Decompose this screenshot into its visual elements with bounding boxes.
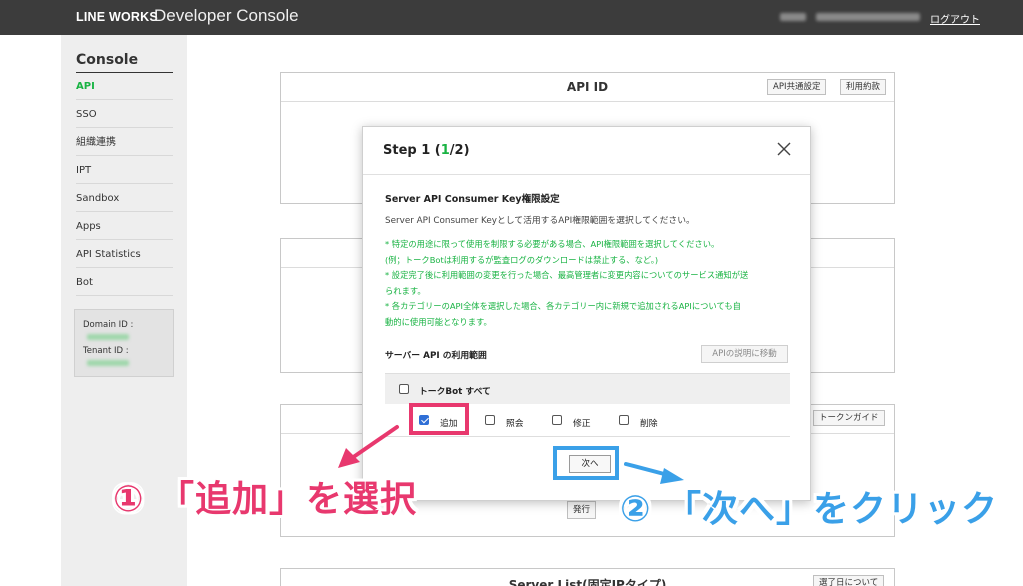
- talkbot-all-label: トークBot すべて: [419, 387, 491, 397]
- add-highlight-box: [409, 403, 469, 435]
- talkbot-group-row: トークBot すべて: [385, 373, 790, 404]
- sidebar-title: Console: [76, 52, 139, 68]
- sidebar-item-api-statistics[interactable]: API Statistics: [76, 241, 173, 268]
- note-line: * 各カテゴリーのAPI全体を選択した場合、各カテゴリー内に新規で追加されるAP…: [385, 301, 741, 311]
- step2-annotation-text: ② 「次へ」をクリック: [620, 489, 999, 530]
- step-prefix: Step 1 (: [383, 143, 441, 158]
- sidebar-item-sso[interactable]: SSO: [76, 101, 173, 128]
- tenant-id-blurred: [87, 360, 129, 366]
- perm-delete-label: 削除: [640, 419, 658, 429]
- note-line: 動的に使用可能となります。: [385, 316, 492, 327]
- modal-header: Step 1 (1/2): [363, 127, 810, 175]
- logout-link[interactable]: ログアウト: [930, 11, 980, 26]
- issue-button[interactable]: 発行: [567, 501, 597, 519]
- server-api-scope-label: サーバー API の利用範囲: [385, 351, 487, 361]
- step-modal: Step 1 (1/2) Server API Consumer Key権限設定…: [362, 126, 811, 501]
- next-highlight-box: [553, 446, 619, 480]
- user-email-blurred: [816, 13, 920, 21]
- sidebar-item-api[interactable]: API: [76, 73, 173, 100]
- server-list-info-button[interactable]: 選了日について: [813, 575, 885, 586]
- server-list-title: Server List(固定IPタイプ): [508, 578, 667, 586]
- domain-info-box: Domain ID : Tenant ID :: [74, 309, 174, 377]
- sidebar-item-apps[interactable]: Apps: [76, 213, 173, 240]
- step1-annotation-text: ① 「追加」を選択: [113, 479, 418, 520]
- api-id-panel-header: API ID API共通設定 利用約款: [281, 73, 894, 102]
- tenant-id-label: Tenant ID :: [83, 346, 129, 356]
- terms-button[interactable]: 利用約款: [840, 79, 887, 95]
- note-line: * 特定の用途に限って使用を制限する必要がある場合、API権限範囲を選択してくだ…: [385, 239, 720, 249]
- token-guide-button[interactable]: トークンガイド: [813, 410, 885, 426]
- modal-step-title: Step 1 (1/2): [383, 143, 470, 158]
- perm-delete-checkbox[interactable]: [619, 415, 629, 425]
- sidebar-item-bot[interactable]: Bot: [76, 269, 173, 296]
- api-common-settings-button[interactable]: API共通設定: [767, 79, 827, 95]
- line-works-logo[interactable]: LINE WORKS: [76, 10, 158, 24]
- perm-view-label: 照会: [506, 419, 524, 429]
- user-account-blurred: [780, 13, 806, 21]
- domain-id-label: Domain ID :: [83, 320, 134, 330]
- sidebar-item-ipt[interactable]: IPT: [76, 157, 173, 184]
- step-current: 1: [440, 143, 450, 158]
- perm-view-checkbox[interactable]: [485, 415, 495, 425]
- sidebar-item-sandbox[interactable]: Sandbox: [76, 185, 173, 212]
- sidebar-item-org-sync[interactable]: 組織連携: [76, 129, 173, 156]
- api-description-button[interactable]: APIの説明に移動: [701, 345, 788, 363]
- domain-id-blurred: [87, 334, 129, 340]
- talkbot-all-checkbox[interactable]: [399, 384, 409, 394]
- note-line: * 設定完了後に利用範囲の変更を行った場合、最高管理者に変更内容についてのサービ…: [385, 270, 749, 280]
- step-suffix: /2): [449, 143, 470, 158]
- console-title: Developer Console: [154, 6, 299, 25]
- server-list-panel: Server List(固定IPタイプ) 選了日について: [280, 568, 895, 586]
- top-header: LINE WORKS Developer Console ログアウト: [0, 0, 1023, 35]
- perm-edit-checkbox[interactable]: [552, 415, 562, 425]
- scope-notes: * 特定の用途に限って使用を制限する必要がある場合、API権限範囲を選択してくだ…: [385, 237, 790, 330]
- perm-edit-label: 修正: [573, 419, 591, 429]
- consumer-key-section-title: Server API Consumer Key権限設定: [385, 194, 560, 205]
- note-line: られます。: [385, 285, 426, 296]
- note-line: (例；トークBotは利用するが監査ログのダウンロードは禁止する、など。): [385, 254, 659, 265]
- close-icon[interactable]: [777, 142, 791, 156]
- consumer-key-description: Server API Consumer Keyとして活用するAPI権限範囲を選択…: [385, 216, 695, 226]
